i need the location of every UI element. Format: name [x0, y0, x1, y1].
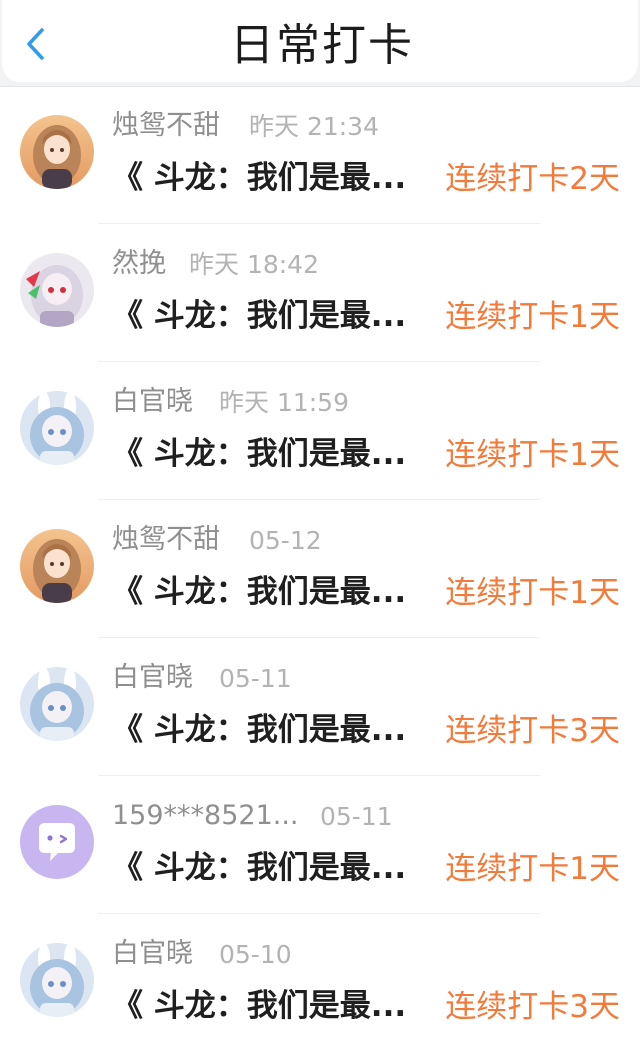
avatar[interactable]	[20, 667, 94, 741]
checkin-list: 烛鸳不甜 昨天 21:34 《 斗龙：我们是最... 连续打卡2天 然挽 昨天 …	[0, 86, 640, 1052]
anime-girl-white-hair-red-eyes-avatar-icon	[20, 253, 94, 327]
user-name[interactable]: 然挽	[112, 246, 166, 282]
post-time: 05-10	[219, 940, 292, 969]
list-item[interactable]: 白官晓 昨天 11:59 《 斗龙：我们是最... 连续打卡1天	[0, 362, 640, 500]
user-name[interactable]: 159***8521...	[112, 798, 299, 834]
streak-badge: 连续打卡3天	[445, 989, 620, 1025]
post-time: 昨天 21:34	[249, 112, 379, 141]
entry-title[interactable]: 《 斗龙：我们是最...	[112, 432, 406, 476]
streak-badge: 连续打卡1天	[445, 437, 620, 473]
anime-girl-blue-hair-bunny-ears-avatar-icon	[20, 943, 94, 1017]
post-time: 05-11	[320, 802, 393, 831]
entry-title[interactable]: 《 斗龙：我们是最...	[112, 570, 406, 614]
user-name[interactable]: 烛鸳不甜	[112, 522, 220, 558]
user-name[interactable]: 烛鸳不甜	[112, 108, 220, 144]
anime-girl-brown-hair-avatar-icon	[20, 115, 94, 189]
avatar[interactable]	[20, 943, 94, 1017]
page-title: 日常打卡	[230, 20, 414, 71]
post-time: 05-11	[219, 664, 292, 693]
list-item[interactable]: 白官晓 05-10 《 斗龙：我们是最... 连续打卡3天	[0, 914, 640, 1052]
user-name[interactable]: 白官晓	[112, 936, 193, 972]
user-name[interactable]: 白官晓	[112, 384, 193, 420]
purple-chat-bubble-default-avatar-icon	[20, 805, 94, 879]
entry-title[interactable]: 《 斗龙：我们是最...	[112, 156, 406, 200]
anime-girl-brown-hair-avatar-icon	[20, 529, 94, 603]
anime-girl-blue-hair-bunny-ears-avatar-icon	[20, 667, 94, 741]
list-item[interactable]: 烛鸳不甜 05-12 《 斗龙：我们是最... 连续打卡1天	[0, 500, 640, 638]
list-item[interactable]: 然挽 昨天 18:42 《 斗龙：我们是最... 连续打卡1天	[0, 224, 640, 362]
entry-title[interactable]: 《 斗龙：我们是最...	[112, 846, 406, 890]
list-item[interactable]: 白官晓 05-11 《 斗龙：我们是最... 连续打卡3天	[0, 638, 640, 776]
top-bar: 日常打卡	[0, 0, 640, 87]
streak-badge: 连续打卡1天	[445, 575, 620, 611]
avatar[interactable]	[20, 805, 94, 879]
avatar[interactable]	[20, 115, 94, 189]
list-item[interactable]: 159***8521... 05-11 《 斗龙：我们是最... 连续打卡1天	[0, 776, 640, 914]
avatar[interactable]	[20, 529, 94, 603]
streak-badge: 连续打卡3天	[445, 713, 620, 749]
top-bar-surface: 日常打卡	[2, 0, 638, 82]
entry-title[interactable]: 《 斗龙：我们是最...	[112, 708, 406, 752]
post-time: 昨天 11:59	[219, 388, 349, 417]
user-name[interactable]: 白官晓	[112, 660, 193, 696]
streak-badge: 连续打卡2天	[445, 161, 620, 197]
streak-badge: 连续打卡1天	[445, 851, 620, 887]
entry-title[interactable]: 《 斗龙：我们是最...	[112, 294, 406, 338]
avatar[interactable]	[20, 391, 94, 465]
anime-girl-blue-hair-bunny-ears-avatar-icon	[20, 391, 94, 465]
post-time: 05-12	[249, 526, 322, 555]
post-time: 昨天 18:42	[189, 250, 319, 279]
avatar[interactable]	[20, 253, 94, 327]
list-item[interactable]: 烛鸳不甜 昨天 21:34 《 斗龙：我们是最... 连续打卡2天	[0, 86, 640, 224]
entry-title[interactable]: 《 斗龙：我们是最...	[112, 984, 406, 1028]
streak-badge: 连续打卡1天	[445, 299, 620, 335]
